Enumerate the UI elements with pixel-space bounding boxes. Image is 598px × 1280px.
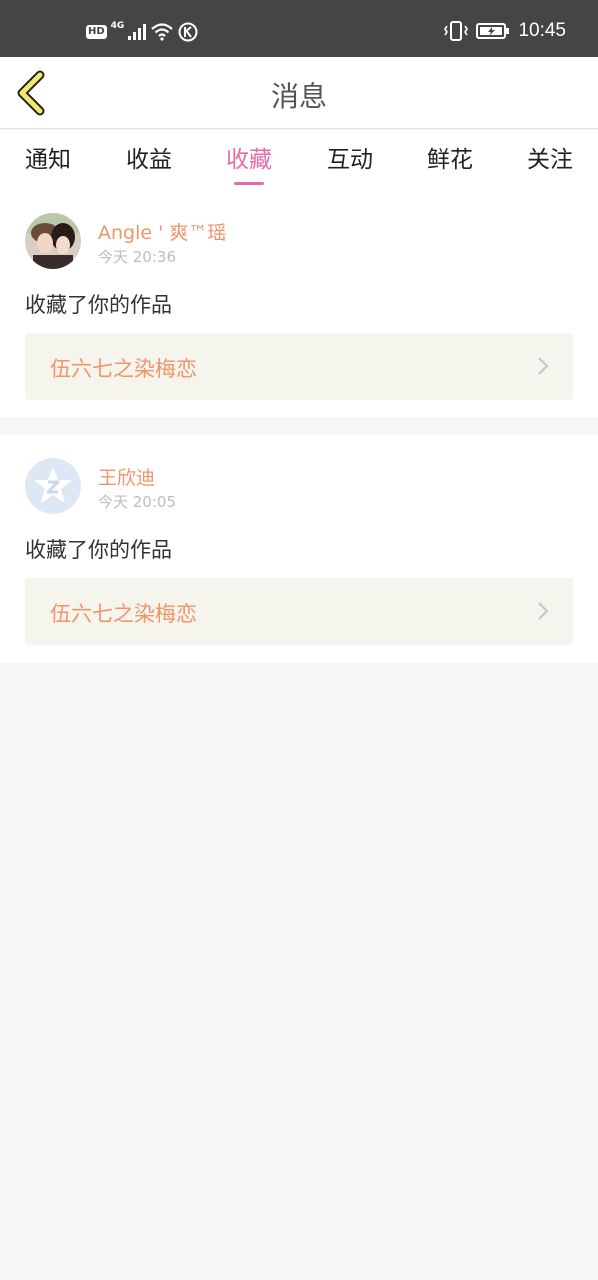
tab-notifications[interactable]: 通知	[13, 140, 83, 174]
header: 消息	[0, 57, 598, 129]
chevron-right-icon	[538, 602, 549, 620]
tab-label: 鲜花	[427, 147, 473, 173]
work-link[interactable]: 伍六七之染梅恋	[25, 578, 573, 645]
vibrate-icon	[444, 21, 469, 41]
clock: 10:45	[518, 20, 566, 41]
tab-label: 互动	[327, 147, 373, 173]
message-card: Angle ' 爽™瑶 今天 20:36 收藏了你的作品 伍六七之染梅恋	[0, 190, 598, 417]
status-right: 10:45	[444, 20, 566, 42]
user-name[interactable]: Angle ' 爽™瑶	[98, 218, 226, 245]
user-avatar[interactable]	[25, 213, 81, 269]
message-time: 今天 20:36	[98, 248, 176, 266]
status-bar: HD 4G 10:45	[0, 0, 598, 57]
k-icon	[178, 22, 198, 42]
tab-bar: 通知 收益 收藏 互动 鲜花 关注	[0, 130, 598, 190]
battery-icon	[476, 23, 510, 39]
qq-star-avatar-icon	[25, 458, 81, 514]
work-title: 伍六七之染梅恋	[50, 357, 197, 381]
page-title: 消息	[270, 80, 327, 113]
chevron-right-icon	[538, 357, 549, 375]
message-action: 收藏了你的作品	[25, 538, 172, 562]
user-avatar[interactable]	[25, 458, 81, 514]
tab-favorites[interactable]: 收藏	[214, 140, 284, 185]
tab-label: 通知	[25, 147, 71, 173]
work-title: 伍六七之染梅恋	[50, 602, 197, 626]
signal-icon	[128, 24, 147, 40]
wifi-icon	[151, 23, 174, 41]
photo-avatar-icon	[25, 213, 81, 269]
work-link[interactable]: 伍六七之染梅恋	[25, 333, 573, 400]
tab-earnings[interactable]: 收益	[114, 140, 184, 174]
tab-label: 收藏	[226, 147, 272, 173]
tab-label: 收益	[126, 147, 172, 173]
tab-active-indicator	[234, 182, 264, 185]
tab-follows[interactable]: 关注	[515, 140, 585, 174]
message-card: 王欣迪 今天 20:05 收藏了你的作品 伍六七之染梅恋	[0, 435, 598, 663]
network-type: 4G	[110, 21, 125, 31]
status-left: HD 4G	[86, 21, 198, 42]
tab-flowers[interactable]: 鲜花	[415, 140, 485, 174]
hd-badge: HD	[86, 25, 107, 39]
tab-interactions[interactable]: 互动	[315, 140, 385, 174]
message-action: 收藏了你的作品	[25, 293, 172, 317]
message-time: 今天 20:05	[98, 493, 176, 511]
tab-label: 关注	[527, 147, 573, 173]
user-name[interactable]: 王欣迪	[98, 463, 155, 490]
